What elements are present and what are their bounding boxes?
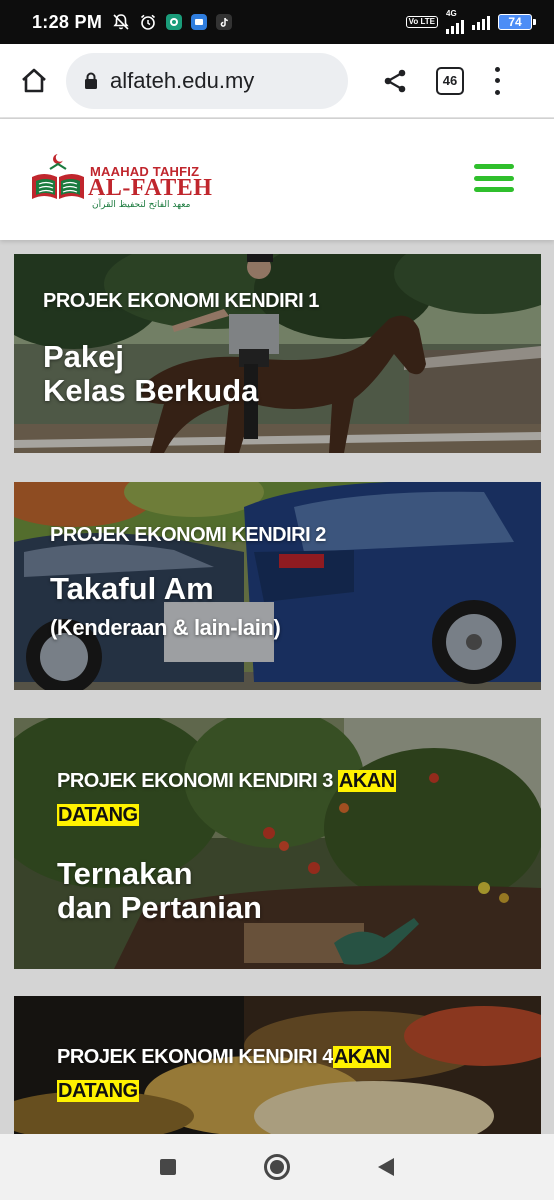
network-type: 4G (446, 9, 457, 18)
app-icon (191, 14, 208, 30)
book-emblem-icon (32, 153, 84, 199)
tiktok-icon (216, 14, 233, 30)
card3-kicker-block: PROJEK EKONOMI KENDIRI 3 AKAN DATANG (57, 764, 437, 832)
card-food[interactable]: PROJEK EKONOMI KENDIRI 4AKAN DATANG (14, 996, 541, 1134)
home-button[interactable] (16, 63, 52, 99)
alarm-icon (139, 13, 157, 31)
home-icon (22, 68, 46, 92)
card1-title-line2: Kelas Berkuda (43, 373, 259, 409)
more-vert-icon[interactable] (492, 66, 502, 95)
card3-kicker: PROJEK EKONOMI KENDIRI 3 (57, 770, 333, 792)
wifi-signal-icon: 4G (446, 10, 464, 34)
logo-text-line3: معهد الفاتح لتحفيظ القرآن (92, 200, 191, 210)
recents-icon[interactable] (160, 1159, 176, 1175)
card-horse-riding[interactable]: PROJEK EKONOMI KENDIRI 1 Pakej Kelas Ber… (14, 254, 541, 453)
signal-icon (472, 14, 490, 30)
lock-icon (85, 72, 97, 89)
status-notification-icons (112, 13, 233, 31)
share-button[interactable] (378, 64, 412, 98)
card1-title-line1: Pakej (43, 339, 125, 374)
card-farming[interactable]: PROJEK EKONOMI KENDIRI 3 AKAN DATANG Tern… (14, 718, 541, 969)
site-header: MAAHAD TAHFIZ AL-FATEH معهد الفاتح لتحفي… (0, 119, 554, 240)
home-nav-icon[interactable] (264, 1154, 290, 1180)
messenger-icon (166, 14, 183, 30)
card2-title: Takaful Am (50, 571, 214, 606)
farming-image (14, 718, 541, 969)
tabs-count: 46 (442, 73, 458, 88)
tabs-button[interactable]: 46 (436, 66, 464, 95)
site-logo[interactable]: MAAHAD TAHFIZ AL-FATEH معهد الفاتح لتحفي… (30, 151, 220, 211)
battery-level: 74 (508, 15, 522, 29)
browser-toolbar: alfateh.edu.my 46 (0, 44, 554, 118)
address-bar[interactable]: alfateh.edu.my (66, 52, 348, 109)
share-icon (384, 69, 406, 92)
card1-kicker: PROJEK EKONOMI KENDIRI 1 (43, 290, 319, 312)
system-nav-bar (0, 1134, 554, 1200)
back-icon[interactable] (378, 1158, 394, 1176)
volte-indicator: Vo LTE (405, 16, 438, 28)
card-takaful[interactable]: PROJEK EKONOMI KENDIRI 2 Takaful Am (Ken… (14, 482, 541, 690)
card2-subtitle: (Kenderaan & lain-lain) (50, 615, 281, 640)
hamburger-menu-icon[interactable] (474, 164, 514, 192)
battery-icon: 74 (498, 14, 536, 30)
card2-kicker: PROJEK EKONOMI KENDIRI 2 (50, 524, 326, 546)
card4-kicker-block: PROJEK EKONOMI KENDIRI 4AKAN DATANG (57, 1040, 437, 1108)
card3-badge-datang: DATANG (57, 804, 139, 826)
card4-badge-datang: DATANG (57, 1080, 139, 1102)
status-time: 1:28 PM (32, 11, 103, 32)
status-system-icons: Vo LTE 4G 74 (405, 10, 536, 34)
card3-title-line2: dan Pertanian (57, 890, 262, 926)
card4-badge-akan: AKAN (332, 1046, 391, 1068)
status-bar: 1:28 PM Vo LTE 4G 74 (0, 0, 554, 44)
url-text: alfateh.edu.my (110, 67, 255, 93)
card3-title-line1: Ternakan (57, 856, 193, 891)
logo-text-line2: AL-FATEH (88, 175, 213, 201)
mute-icon (112, 13, 130, 31)
card3-badge-akan: AKAN (337, 770, 396, 792)
card4-kicker: PROJEK EKONOMI KENDIRI 4 (57, 1046, 333, 1068)
